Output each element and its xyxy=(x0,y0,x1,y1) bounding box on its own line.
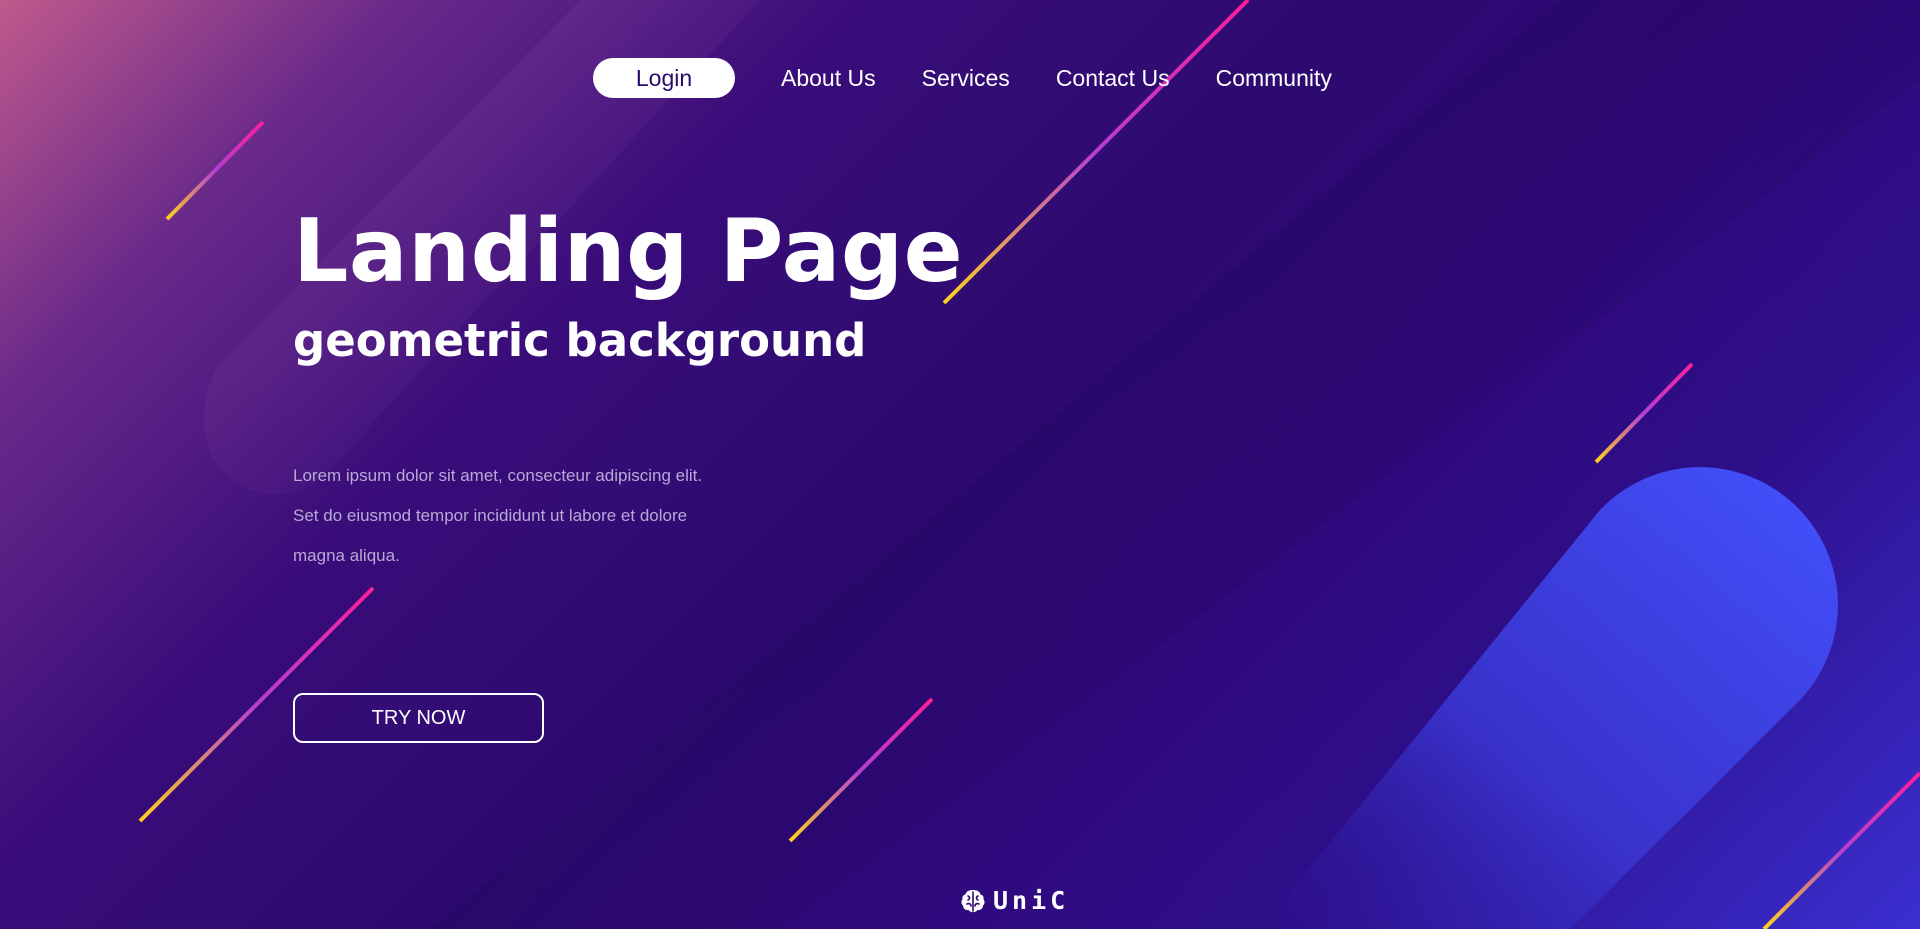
hero-description: Lorem ipsum dolor sit amet, consecteur a… xyxy=(293,456,763,576)
accent-line xyxy=(942,0,1250,305)
nav-link-services[interactable]: Services xyxy=(922,65,1010,92)
logo-wordmark: UniC xyxy=(993,886,1070,915)
hero-description-line: magna aliqua. xyxy=(293,546,400,565)
accent-line xyxy=(788,697,934,843)
nav-link-about-us[interactable]: About Us xyxy=(781,65,876,92)
footer-logo[interactable]: UniC xyxy=(959,886,1069,915)
try-now-button[interactable]: TRY NOW xyxy=(293,693,544,743)
accent-line xyxy=(165,120,265,221)
geometric-background xyxy=(0,0,1920,929)
pill-shape-blue xyxy=(1260,467,1838,929)
hero-title: Landing Page xyxy=(293,200,964,302)
login-button[interactable]: Login xyxy=(593,58,735,98)
accent-line xyxy=(1594,362,1694,464)
hero-subtitle: geometric background xyxy=(293,314,867,367)
nav-link-contact-us[interactable]: Contact Us xyxy=(1056,65,1170,92)
nav-link-community[interactable]: Community xyxy=(1216,65,1332,92)
hero-description-line: Lorem ipsum dolor sit amet, consecteur a… xyxy=(293,466,703,485)
hero-description-line: Set do eiusmod tempor incididunt ut labo… xyxy=(293,506,688,525)
brain-icon xyxy=(961,889,985,912)
accent-line xyxy=(1762,771,1920,929)
top-navigation: Login About Us Services Contact Us Commu… xyxy=(593,58,1332,98)
